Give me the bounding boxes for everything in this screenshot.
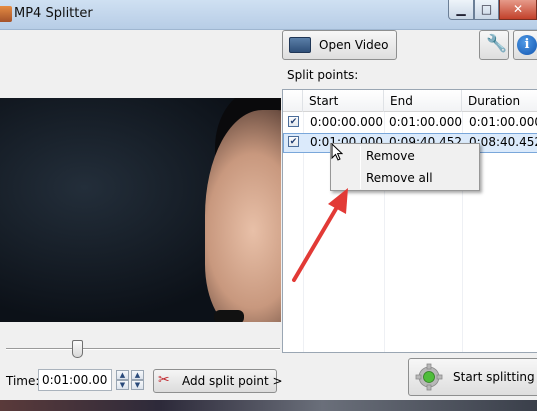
table-row[interactable]: ✔ 0:00:00.000 0:01:00.000 0:01:00.000: [283, 113, 537, 133]
split-points-label: Split points:: [287, 68, 359, 82]
column-header-start[interactable]: Start: [303, 90, 384, 112]
cell-duration: 0:01:00.000: [469, 115, 537, 129]
add-split-point-button[interactable]: ✂ Add split point >: [153, 369, 283, 393]
seek-slider-thumb[interactable]: [72, 340, 83, 358]
wrench-icon: 🔧: [486, 34, 508, 54]
minimize-button[interactable]: ▁: [448, 0, 474, 20]
mouse-cursor-icon: [331, 143, 343, 161]
close-button[interactable]: ✕: [499, 0, 537, 20]
scissors-icon: ✂: [158, 372, 170, 388]
cell-end: 0:01:00.000: [389, 115, 462, 129]
time-spin-down-button[interactable]: ▼: [116, 380, 129, 390]
table-header: Start End Duration: [283, 90, 537, 112]
info-icon: i: [517, 35, 537, 55]
video-frame-microphone: [214, 310, 244, 322]
column-header-duration[interactable]: Duration: [462, 90, 537, 112]
menu-item-remove[interactable]: Remove: [333, 146, 477, 167]
row-checkbox[interactable]: ✔: [288, 136, 299, 147]
start-splitting-label: Start splitting: [453, 370, 535, 384]
desktop-background-strip: [0, 400, 537, 411]
video-preview: [0, 98, 281, 322]
cell-start: 0:00:00.000: [310, 115, 383, 129]
open-video-label: Open Video: [319, 38, 389, 52]
window-title: MP4 Splitter: [14, 6, 93, 21]
column-header-end[interactable]: End: [384, 90, 462, 112]
about-button[interactable]: i: [513, 30, 537, 60]
add-split-point-label: Add split point >: [182, 374, 283, 388]
row-checkbox[interactable]: ✔: [288, 116, 299, 127]
frame-spin-down-button[interactable]: ▼: [131, 380, 144, 390]
annotation-arrow-icon: [292, 188, 348, 282]
time-input[interactable]: [38, 369, 112, 391]
gear-icon: [415, 363, 443, 391]
time-label: Time:: [6, 374, 40, 388]
app-icon: [0, 6, 12, 22]
seek-slider-track[interactable]: [6, 348, 280, 350]
maximize-button[interactable]: □: [474, 0, 499, 20]
open-video-button[interactable]: Open Video: [282, 30, 397, 60]
folder-icon: [289, 37, 311, 53]
settings-button[interactable]: 🔧: [479, 30, 509, 60]
title-bar: MP4 Splitter ▁ □ ✕: [0, 0, 537, 30]
time-spin-up-button[interactable]: ▲: [116, 370, 129, 380]
start-splitting-button[interactable]: Start splitting: [408, 358, 537, 396]
column-header-check[interactable]: [283, 90, 303, 112]
frame-spin-up-button[interactable]: ▲: [131, 370, 144, 380]
